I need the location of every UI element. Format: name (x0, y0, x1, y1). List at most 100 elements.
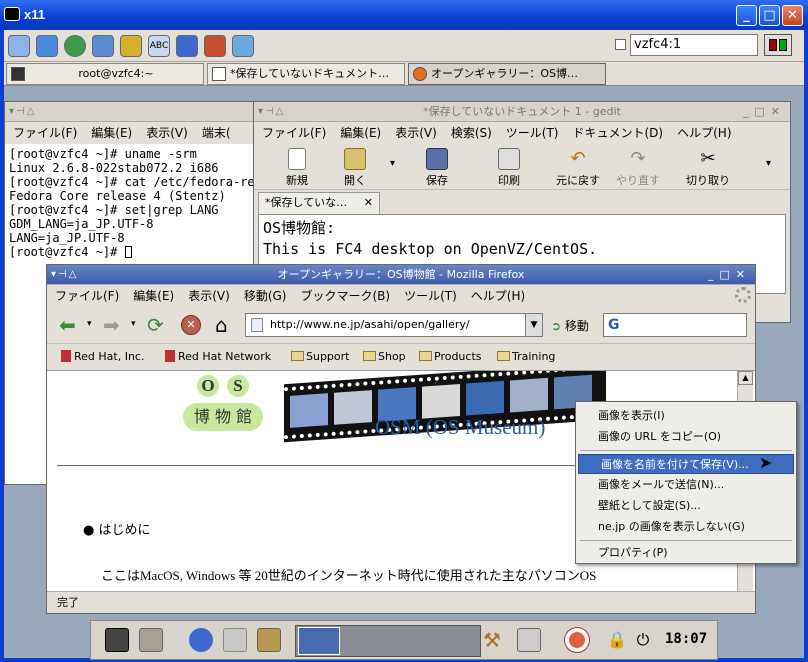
applications-icon[interactable] (8, 35, 30, 57)
power-icon[interactable]: ⏻ (631, 628, 655, 652)
open-button[interactable]: 開く (330, 146, 380, 188)
menu-search[interactable]: 検索(S) (451, 126, 492, 140)
menu-view-image[interactable]: 画像を表示(I) (576, 406, 796, 426)
bookmark-folder-training[interactable]: Training (497, 350, 555, 363)
menu-set-wallpaper[interactable]: 壁紙として設定(S)... (576, 496, 796, 516)
globe-icon[interactable] (64, 35, 86, 57)
save-button[interactable]: 保存 (412, 146, 462, 188)
workspace-switcher[interactable] (295, 625, 481, 657)
back-dropdown-icon[interactable]: ▾ (87, 319, 92, 329)
bookmark-label: Red Hat Network (178, 350, 272, 363)
bookmark-folder-products[interactable]: Products (419, 350, 482, 363)
panel-checkbox[interactable] (615, 39, 626, 50)
home-icon[interactable]: ⌂ (215, 313, 228, 337)
toolbar-overflow-icon[interactable]: ▾ (766, 158, 771, 169)
mail-icon[interactable] (223, 628, 247, 652)
open-dropdown-icon[interactable]: ▾ (390, 158, 395, 169)
menu-bookmarks[interactable]: ブックマーク(B) (300, 289, 390, 303)
window-menu-icon[interactable]: ▾⊣△ (258, 102, 285, 121)
minimize-button[interactable]: _ (736, 5, 757, 26)
search-box[interactable]: G (603, 313, 747, 337)
bookmark-folder-support[interactable]: Support (291, 350, 349, 363)
status-bar: 完了 (47, 591, 755, 613)
undo-button[interactable]: ↶ 元に戻す (550, 146, 606, 188)
menu-edit[interactable]: 編集(E) (91, 126, 132, 140)
printer-icon[interactable] (517, 628, 541, 652)
preferences-icon[interactable]: ⚒ (483, 628, 507, 652)
close-tab-icon[interactable]: ✕ (364, 193, 373, 213)
menu-tools[interactable]: ツール(T) (404, 289, 457, 303)
show-desktop-icon[interactable] (105, 628, 129, 652)
folder-icon[interactable] (139, 628, 163, 652)
window-controls[interactable]: _□✕ (708, 265, 751, 284)
spellcheck-icon[interactable]: ABC (148, 35, 170, 57)
window-controls[interactable]: _□✕ (743, 102, 786, 121)
gedit-title: *保存していないドキュメント 1 - gedit (423, 105, 621, 118)
scroll-up-icon[interactable]: ▲ (738, 371, 753, 385)
tools-icon[interactable] (176, 35, 198, 57)
bookmark-folder-shop[interactable]: Shop (363, 350, 406, 363)
signal-icon[interactable] (232, 35, 254, 57)
stop-icon[interactable]: ✕ (181, 315, 201, 335)
window-menu-icon[interactable]: ▾⊣△ (9, 102, 36, 121)
menu-help[interactable]: ヘルプ(H) (471, 289, 525, 303)
paragraph: ここはMacOS, Windows 等 20世紀のインターネット時代に使用された… (101, 568, 597, 583)
menu-copy-image-url[interactable]: 画像の URL をコピー(O) (576, 427, 796, 447)
forward-dropdown-icon[interactable]: ▾ (131, 319, 136, 329)
close-button[interactable]: ✕ (782, 5, 803, 26)
menu-block-images[interactable]: ne.jp の画像を表示しない(G) (576, 517, 796, 537)
office-icon[interactable] (257, 628, 281, 652)
no-entry-icon[interactable] (204, 35, 226, 57)
task-firefox[interactable]: オープンギャラリー：OS博… (408, 63, 606, 85)
menu-save-image-as[interactable]: 画像を名前を付けて保存(V)... ➤ (578, 453, 794, 474)
terminal-titlebar[interactable]: ▾⊣△ (5, 102, 265, 122)
menu-edit[interactable]: 編集(E) (133, 289, 174, 303)
print-button[interactable]: 印刷 (484, 146, 534, 188)
menu-properties[interactable]: プロパティ(P) (576, 543, 796, 563)
lock-icon[interactable]: 🔒 (605, 628, 629, 652)
go-button[interactable]: ➲ 移動 (551, 317, 589, 334)
menu-terminal[interactable]: 端末( (202, 126, 231, 140)
print-icon (498, 148, 520, 170)
menu-edit[interactable]: 編集(E) (340, 126, 381, 140)
menu-view[interactable]: 表示(V) (146, 126, 188, 140)
window-menu-icon[interactable]: ▾⊣△ (51, 265, 78, 284)
menu-email-image[interactable]: 画像をメールで送信(N)... (576, 475, 796, 495)
redo-button[interactable]: ↷ やり直す (610, 146, 666, 188)
back-icon[interactable]: ⬅ (59, 313, 76, 337)
reload-icon[interactable]: ⟳ (147, 313, 164, 337)
bookmark-rhn[interactable]: Red Hat Network (165, 350, 271, 363)
document-tab[interactable]: *保存していな… ✕ (258, 192, 380, 214)
url-dropdown-icon[interactable]: ▼ (525, 313, 543, 337)
menu-view[interactable]: 表示(V) (395, 126, 437, 140)
new-button[interactable]: 新規 (272, 146, 322, 188)
forward-icon[interactable]: ➡ (103, 313, 120, 337)
menu-file[interactable]: ファイル(F) (13, 126, 77, 140)
maximize-button[interactable]: □ (759, 5, 780, 26)
menu-tools[interactable]: ツール(T) (506, 126, 559, 140)
cut-button[interactable]: ✂ 切り取り (678, 146, 738, 188)
menu-help[interactable]: ヘルプ(H) (677, 126, 731, 140)
task-gedit[interactable]: *保存していないドキュメント… (207, 63, 405, 85)
bookmark-redhat[interactable]: Red Hat, Inc. (61, 350, 144, 363)
firefox-titlebar[interactable]: ▾⊣△ オープンギャラリー：OS博物館 - Mozilla Firefox _□… (47, 265, 755, 285)
workspace-1[interactable] (298, 627, 340, 655)
session-icon[interactable] (764, 34, 792, 56)
menu-view[interactable]: 表示(V) (188, 289, 230, 303)
task-terminal[interactable]: root@vzfc4:~ (6, 63, 204, 85)
menu-file[interactable]: ファイル(F) (262, 126, 326, 140)
menu-go[interactable]: 移動(G) (244, 289, 287, 303)
help-icon[interactable] (564, 627, 590, 653)
clock[interactable]: 18:07 (665, 631, 707, 647)
flag-icon[interactable] (120, 35, 142, 57)
host-field[interactable]: vzfc4:1 (630, 34, 758, 56)
gedit-titlebar[interactable]: ▾⊣△ *保存していないドキュメント 1 - gedit _□✕ (254, 102, 790, 122)
web-browser-icon[interactable] (189, 628, 213, 652)
menu-documents[interactable]: ドキュメント(D) (573, 126, 664, 140)
menu-file[interactable]: ファイル(F) (55, 289, 119, 303)
desktop-icon[interactable] (36, 35, 58, 57)
refresh-icon[interactable] (92, 35, 114, 57)
save-icon (426, 148, 448, 170)
url-bar[interactable]: http://www.ne.jp/asahi/open/gallery/ (245, 313, 527, 337)
x11-titlebar[interactable]: x11 _ □ ✕ (0, 0, 808, 30)
